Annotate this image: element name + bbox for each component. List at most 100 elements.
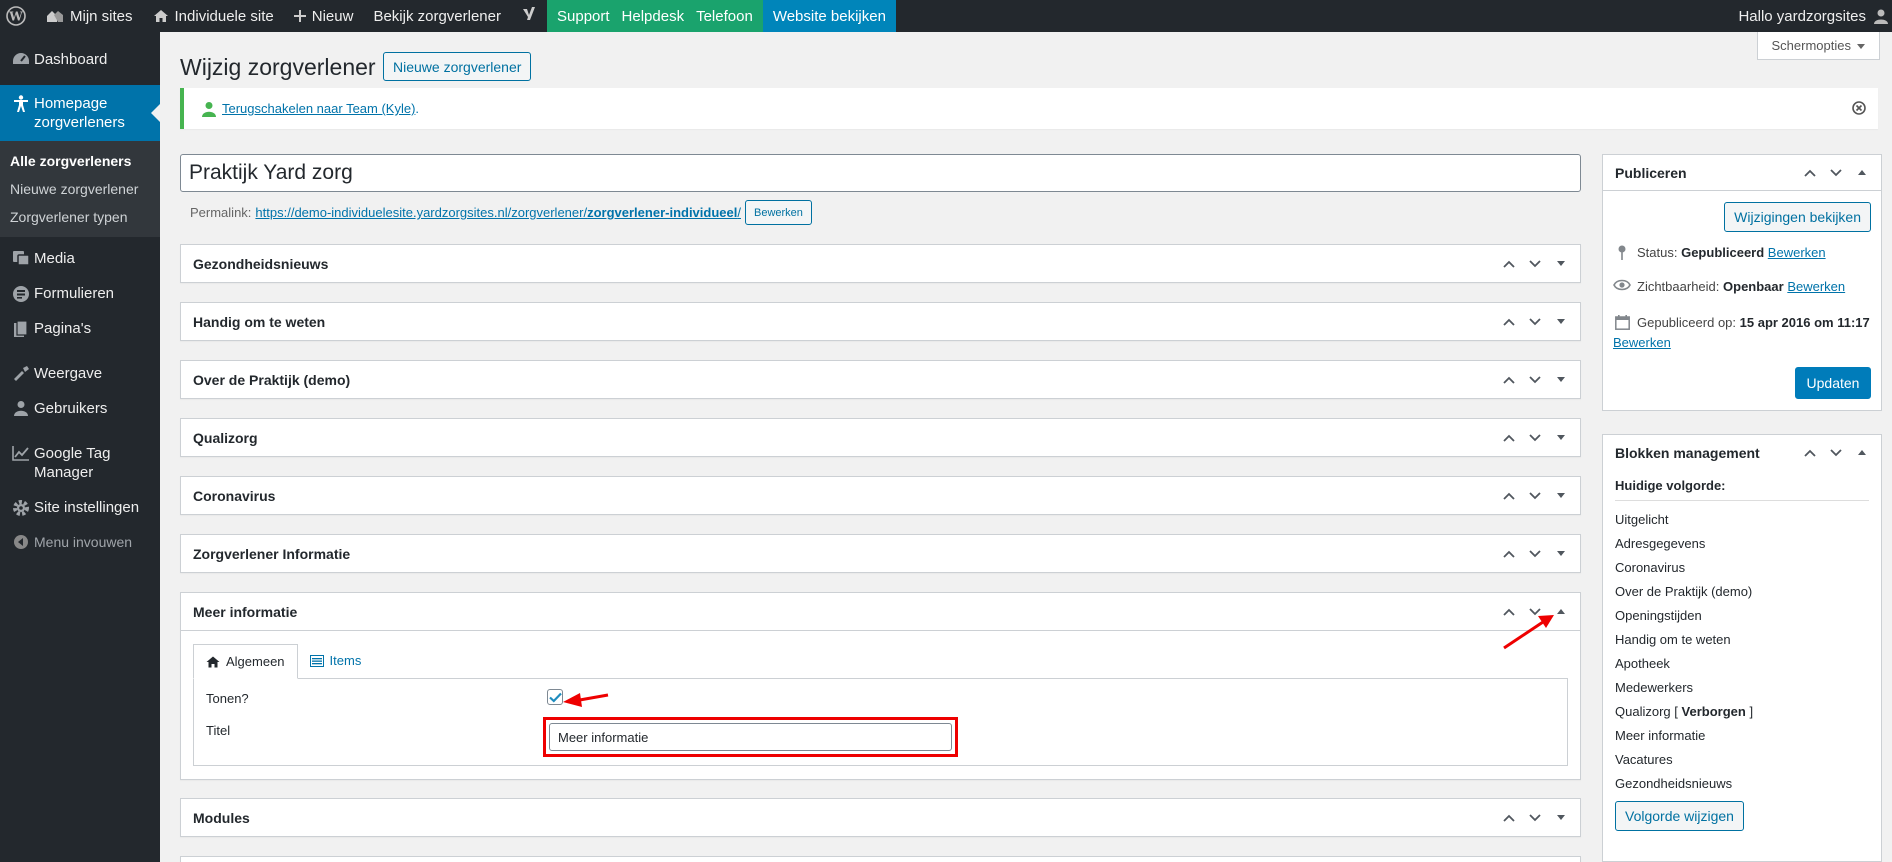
home-icon <box>153 9 169 23</box>
order-item: Uitgelicht <box>1615 512 1669 527</box>
post-title-input[interactable]: Praktijk Yard zorg <box>180 154 1581 192</box>
menu-weergave[interactable]: Weergave <box>0 356 160 391</box>
title-input[interactable]: Meer informatie <box>549 723 952 751</box>
update-button[interactable]: Updaten <box>1795 367 1871 399</box>
postbox-header[interactable]: Handig om te weten <box>181 303 1580 340</box>
submenu-new-provider[interactable]: Nieuwe zorgverlener <box>0 175 160 203</box>
phone-link[interactable]: Telefoon <box>694 0 763 32</box>
dismiss-icon[interactable] <box>1852 100 1866 118</box>
toggle-panel-icon[interactable] <box>1552 318 1570 325</box>
move-up-icon[interactable] <box>1500 492 1518 500</box>
collapse-panel-icon[interactable] <box>1552 608 1570 615</box>
tab-items[interactable]: Items <box>298 643 374 678</box>
show-checkbox[interactable] <box>547 689 563 705</box>
menu-gebruikers[interactable]: Gebruikers <box>0 391 160 426</box>
move-up-icon[interactable] <box>1500 608 1518 616</box>
view-provider-link[interactable]: Bekijk zorgverlener <box>363 0 511 32</box>
account-menu[interactable]: Hallo yardzorgsites <box>1728 0 1892 32</box>
view-website-link[interactable]: Website bekijken <box>762 0 896 32</box>
move-up-icon[interactable] <box>1801 169 1819 177</box>
postbox-header[interactable]: Meer informatie <box>181 593 1580 630</box>
toggle-panel-icon[interactable] <box>1552 492 1570 499</box>
wordpress-logo[interactable]: W <box>0 0 36 32</box>
publish-header[interactable]: Publiceren <box>1603 155 1881 191</box>
order-item-hidden: Qualizorg [ Verborgen ] <box>1615 704 1754 719</box>
move-down-icon[interactable] <box>1827 169 1845 177</box>
move-down-icon[interactable] <box>1526 259 1544 268</box>
move-up-icon[interactable] <box>1500 260 1518 268</box>
svg-text:W: W <box>8 10 23 24</box>
main-content: Schermopties Wijzig zorgverlener Nieuwe … <box>160 32 1892 862</box>
tab-algemeen[interactable]: Algemeen <box>193 644 298 679</box>
blocks-header[interactable]: Blokken management <box>1603 435 1881 471</box>
switch-back-link[interactable]: Terugschakelen naar Team (Kyle) <box>222 101 415 116</box>
move-down-icon[interactable] <box>1526 375 1544 384</box>
move-down-icon[interactable] <box>1526 491 1544 500</box>
menu-dashboard[interactable]: Dashboard <box>0 42 160 77</box>
move-down-icon[interactable] <box>1526 607 1544 616</box>
support-link[interactable]: Support <box>547 0 620 32</box>
order-item: Medewerkers <box>1615 680 1694 695</box>
menu-formulieren[interactable]: Formulieren <box>0 276 160 311</box>
postbox-header[interactable]: Modules <box>181 799 1580 836</box>
tab-panel-algemeen: Tonen? Titel Meer informatie <box>193 678 1568 766</box>
edit-permalink-button[interactable]: Bewerken <box>744 200 812 225</box>
screen-options-button[interactable]: Schermopties <box>1756 32 1880 60</box>
collapse-panel-icon[interactable] <box>1853 170 1871 176</box>
submenu-all-providers[interactable]: Alle zorgverleners <box>0 147 160 175</box>
postbox-header[interactable]: Qualizorg <box>181 419 1580 456</box>
toggle-panel-icon[interactable] <box>1552 550 1570 557</box>
permalink-link[interactable]: https://demo-individuelesite.yardzorgsit… <box>255 205 741 220</box>
submenu-provider-types[interactable]: Zorgverlener typen <box>0 203 160 231</box>
move-up-icon[interactable] <box>1500 550 1518 558</box>
order-item: Handig om te weten <box>1615 632 1731 647</box>
appearance-icon <box>8 364 34 381</box>
new-content-menu[interactable]: Nieuw <box>284 0 364 32</box>
menu-homepage-zorgverleners[interactable]: Homepage zorgverleners <box>0 85 160 141</box>
move-down-icon[interactable] <box>1526 317 1544 326</box>
toggle-panel-icon[interactable] <box>1552 814 1570 821</box>
move-up-icon[interactable] <box>1801 449 1819 457</box>
new-provider-button[interactable]: Nieuwe zorgverlener <box>383 52 532 81</box>
menu-media[interactable]: Media <box>0 241 160 276</box>
edit-visibility-link[interactable]: Bewerken <box>1787 279 1845 294</box>
postbox-header[interactable]: Coronavirus <box>181 477 1580 514</box>
move-up-icon[interactable] <box>1500 318 1518 326</box>
forms-icon <box>8 284 34 303</box>
site-menu[interactable]: Individuele site <box>143 0 284 32</box>
postbox-header[interactable]: Over de Praktijk (demo) <box>181 361 1580 398</box>
sites-icon <box>46 9 64 23</box>
move-down-icon[interactable] <box>1526 813 1544 822</box>
helpdesk-link[interactable]: Helpdesk <box>619 0 695 32</box>
toggle-panel-icon[interactable] <box>1552 434 1570 441</box>
move-down-icon[interactable] <box>1827 449 1845 457</box>
move-down-icon[interactable] <box>1526 549 1544 558</box>
postbox-qualizorg: Qualizorg <box>180 418 1581 457</box>
switch-back-notice: Terugschakelen naar Team (Kyle). <box>180 88 1878 129</box>
menu-collapse[interactable]: Menu invouwen <box>0 525 160 560</box>
menu-paginas[interactable]: Pagina's <box>0 311 160 346</box>
postbox-coronavirus: Coronavirus <box>180 476 1581 515</box>
collapse-panel-icon[interactable] <box>1853 450 1871 456</box>
menu-site-instellingen[interactable]: Site instellingen <box>0 490 160 525</box>
move-up-icon[interactable] <box>1500 376 1518 384</box>
preview-changes-button[interactable]: Wijzigingen bekijken <box>1724 202 1871 232</box>
toggle-panel-icon[interactable] <box>1552 260 1570 267</box>
yoast-menu[interactable] <box>511 0 547 32</box>
accessibility-icon <box>8 94 34 113</box>
my-sites-menu[interactable]: Mijn sites <box>36 0 143 32</box>
move-up-icon[interactable] <box>1500 814 1518 822</box>
move-up-icon[interactable] <box>1500 434 1518 442</box>
postbox-header[interactable]: Zorgverlener Informatie <box>181 535 1580 572</box>
menu-google-tag-manager[interactable]: Google Tag Manager <box>0 436 160 490</box>
postbox-header[interactable]: Gezondheidsnieuws <box>181 245 1580 282</box>
edit-status-link[interactable]: Bewerken <box>1768 245 1826 260</box>
toggle-panel-icon[interactable] <box>1552 376 1570 383</box>
settings-gear-icon <box>8 498 34 517</box>
publish-box: Publiceren Wijzigingen bekijken Status: … <box>1602 154 1882 411</box>
order-item: Openingstijden <box>1615 608 1702 623</box>
move-down-icon[interactable] <box>1526 433 1544 442</box>
edit-date-link[interactable]: Bewerken <box>1613 335 1671 350</box>
title-label: Titel <box>206 723 231 738</box>
change-order-button[interactable]: Volgorde wijzigen <box>1615 801 1744 831</box>
